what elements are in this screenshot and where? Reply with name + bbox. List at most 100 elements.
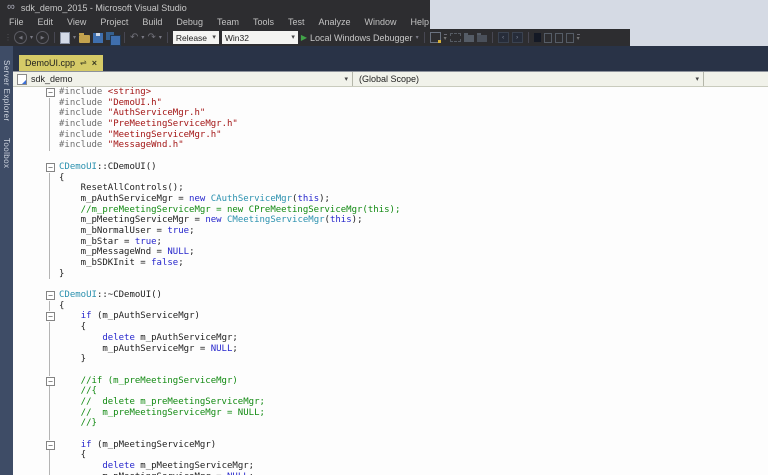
fold-toggle-icon[interactable]	[46, 162, 59, 173]
new-file-dropdown-icon[interactable]: ▾	[73, 35, 76, 41]
code-line[interactable]: {	[13, 322, 768, 333]
save-all-icon[interactable]	[106, 31, 122, 46]
increase-indent-icon[interactable]: ›	[511, 32, 523, 43]
code-line[interactable]: #include "MeetingServiceMgr.h"	[13, 129, 768, 141]
code-line[interactable]: m_pAuthServiceMgr = new CAuthServiceMgr(…	[13, 193, 768, 205]
code-line[interactable]	[13, 429, 768, 440]
code-line[interactable]: delete m_pAuthServiceMgr;	[13, 332, 768, 344]
code-text: {	[59, 322, 87, 333]
decrease-indent-icon[interactable]: ‹	[497, 32, 509, 43]
code-line[interactable]: CDemoUI::CDemoUI()	[13, 162, 768, 173]
side-tab-server-explorer[interactable]: Server Explorer	[2, 60, 11, 122]
type-scope-select[interactable]: (Global Scope) ▾	[353, 72, 704, 86]
code-text: m_bNormalUser = true;	[59, 225, 195, 236]
save-icon[interactable]	[93, 32, 104, 43]
code-line[interactable]: #include "MessageWnd.h"	[13, 140, 768, 151]
code-line[interactable]: delete m_pMeetingServiceMgr;	[13, 461, 768, 472]
project-scope-select[interactable]: sdk_demo ▾	[13, 72, 353, 86]
code-line[interactable]: {	[13, 450, 768, 461]
side-tab-toolbox[interactable]: Toolbox	[2, 138, 11, 168]
member-scope-select[interactable]	[704, 72, 768, 86]
code-line[interactable]	[13, 364, 768, 376]
code-line[interactable]: #include "AuthServiceMgr.h"	[13, 108, 768, 119]
code-line[interactable]: m_bSDKInit = false;	[13, 258, 768, 269]
code-line[interactable]: m_pAuthServiceMgr = NULL;	[13, 343, 768, 355]
fold-guide	[46, 300, 59, 312]
code-line[interactable]: m_bStar = true;	[13, 236, 768, 248]
code-line[interactable]: #include "DemoUI.h"	[13, 97, 768, 109]
start-debugging-icon[interactable]: ▶	[301, 33, 307, 42]
code-line[interactable]	[13, 279, 768, 290]
code-line[interactable]: m_bNormalUser = true;	[13, 225, 768, 237]
close-tab-icon[interactable]: ×	[92, 59, 97, 68]
fold-guide	[46, 343, 59, 355]
fold-guide	[46, 108, 59, 119]
code-line[interactable]: if (m_pMeetingServiceMgr)	[13, 440, 768, 451]
code-line[interactable]: m_pMessageWnd = NULL;	[13, 247, 768, 258]
code-text: // m_preMeetingServiceMgr = NULL;	[59, 407, 265, 418]
menu-item-build[interactable]: Build	[135, 17, 169, 27]
code-line[interactable]	[13, 151, 768, 162]
menu-item-analyze[interactable]: Analyze	[312, 17, 358, 27]
navigate-backward-dropdown-icon[interactable]: ▾	[30, 35, 33, 41]
code-editor[interactable]: #include <string>#include "DemoUI.h"#inc…	[13, 87, 768, 475]
toggle-bookmark-icon[interactable]	[533, 33, 541, 42]
pin-tab-icon[interactable]: ⇌	[80, 59, 87, 67]
code-line[interactable]: }	[13, 354, 768, 365]
menu-item-file[interactable]: File	[2, 17, 31, 27]
fold-toggle-icon[interactable]	[46, 376, 59, 387]
fold-toggle-icon[interactable]	[46, 290, 59, 301]
code-text: //{	[59, 386, 97, 397]
fold-toggle-icon[interactable]	[46, 87, 59, 98]
undo-dropdown-icon[interactable]: ▾	[141, 35, 144, 41]
fold-toggle-icon[interactable]	[46, 311, 59, 322]
titlebar[interactable]: ∞ sdk_demo_2015 - Microsoft Visual Studi…	[0, 0, 430, 15]
editor-tab-demoui-cpp[interactable]: DemoUI.cpp ⇌ ×	[19, 55, 103, 71]
menu-item-view[interactable]: View	[60, 17, 93, 27]
fold-guide	[46, 322, 59, 333]
fold-toggle-icon[interactable]	[46, 440, 59, 451]
navigate-forward-icon[interactable]: ▶	[36, 31, 50, 44]
redo-icon[interactable]: ↷	[147, 32, 155, 43]
next-bookmark-icon	[554, 32, 563, 43]
code-line[interactable]: {	[13, 172, 768, 184]
code-line[interactable]: {	[13, 300, 768, 312]
code-line[interactable]: }	[13, 268, 768, 280]
code-line[interactable]: #include <string>	[13, 87, 768, 98]
menu-item-edit[interactable]: Edit	[31, 17, 61, 27]
toolbar-overflow-icon[interactable]: ▾	[443, 33, 447, 42]
menu-item-window[interactable]: Window	[358, 17, 404, 27]
menu-item-debug[interactable]: Debug	[169, 17, 210, 27]
menu-item-help[interactable]: Help	[404, 17, 437, 27]
navigate-backward-icon[interactable]: ◀	[14, 31, 27, 44]
start-debugging-dropdown-icon[interactable]: ▾	[416, 35, 419, 41]
code-line[interactable]: #include "PreMeetingServiceMgr.h"	[13, 119, 768, 130]
menu-item-test[interactable]: Test	[281, 17, 312, 27]
toolbar-overflow-icon[interactable]: ▾	[576, 33, 580, 42]
open-file-icon[interactable]	[79, 32, 91, 43]
menu-item-team[interactable]: Team	[210, 17, 246, 27]
code-line[interactable]: //{	[13, 386, 768, 397]
code-line[interactable]: CDemoUI::~CDemoUI()	[13, 290, 768, 301]
code-line[interactable]: // delete m_preMeetingServiceMgr;	[13, 396, 768, 408]
new-file-icon[interactable]	[60, 31, 71, 44]
solution-platform-select[interactable]: Win32 ▾	[221, 31, 298, 44]
attach-to-process-icon[interactable]	[429, 32, 441, 43]
fold-guide	[46, 450, 59, 461]
menu-item-project[interactable]: Project	[93, 17, 135, 27]
code-line[interactable]: //if (m_preMeetingServiceMgr)	[13, 376, 768, 387]
menu-item-tools[interactable]: Tools	[246, 17, 281, 27]
code-line[interactable]: // m_preMeetingServiceMgr = NULL;	[13, 407, 768, 419]
code-line[interactable]: if (m_pAuthServiceMgr)	[13, 311, 768, 322]
code-line[interactable]: m_pMeetingServiceMgr = new CMeetingServi…	[13, 215, 768, 226]
window-title: sdk_demo_2015 - Microsoft Visual Studio	[20, 2, 187, 13]
code-line[interactable]: ResetAllControls();	[13, 183, 768, 194]
toolbar-grip[interactable]: ⋮	[4, 33, 12, 42]
undo-icon[interactable]: ↶	[130, 32, 138, 43]
code-line[interactable]: //}	[13, 418, 768, 429]
code-line[interactable]: //m_preMeetingServiceMgr = new CPreMeeti…	[13, 204, 768, 216]
redo-dropdown-icon[interactable]: ▾	[159, 35, 162, 41]
toolbar-separator	[124, 32, 126, 43]
solution-configuration-select[interactable]: Release ▾	[172, 31, 219, 44]
start-debugging-button[interactable]: Local Windows Debugger	[310, 33, 413, 43]
